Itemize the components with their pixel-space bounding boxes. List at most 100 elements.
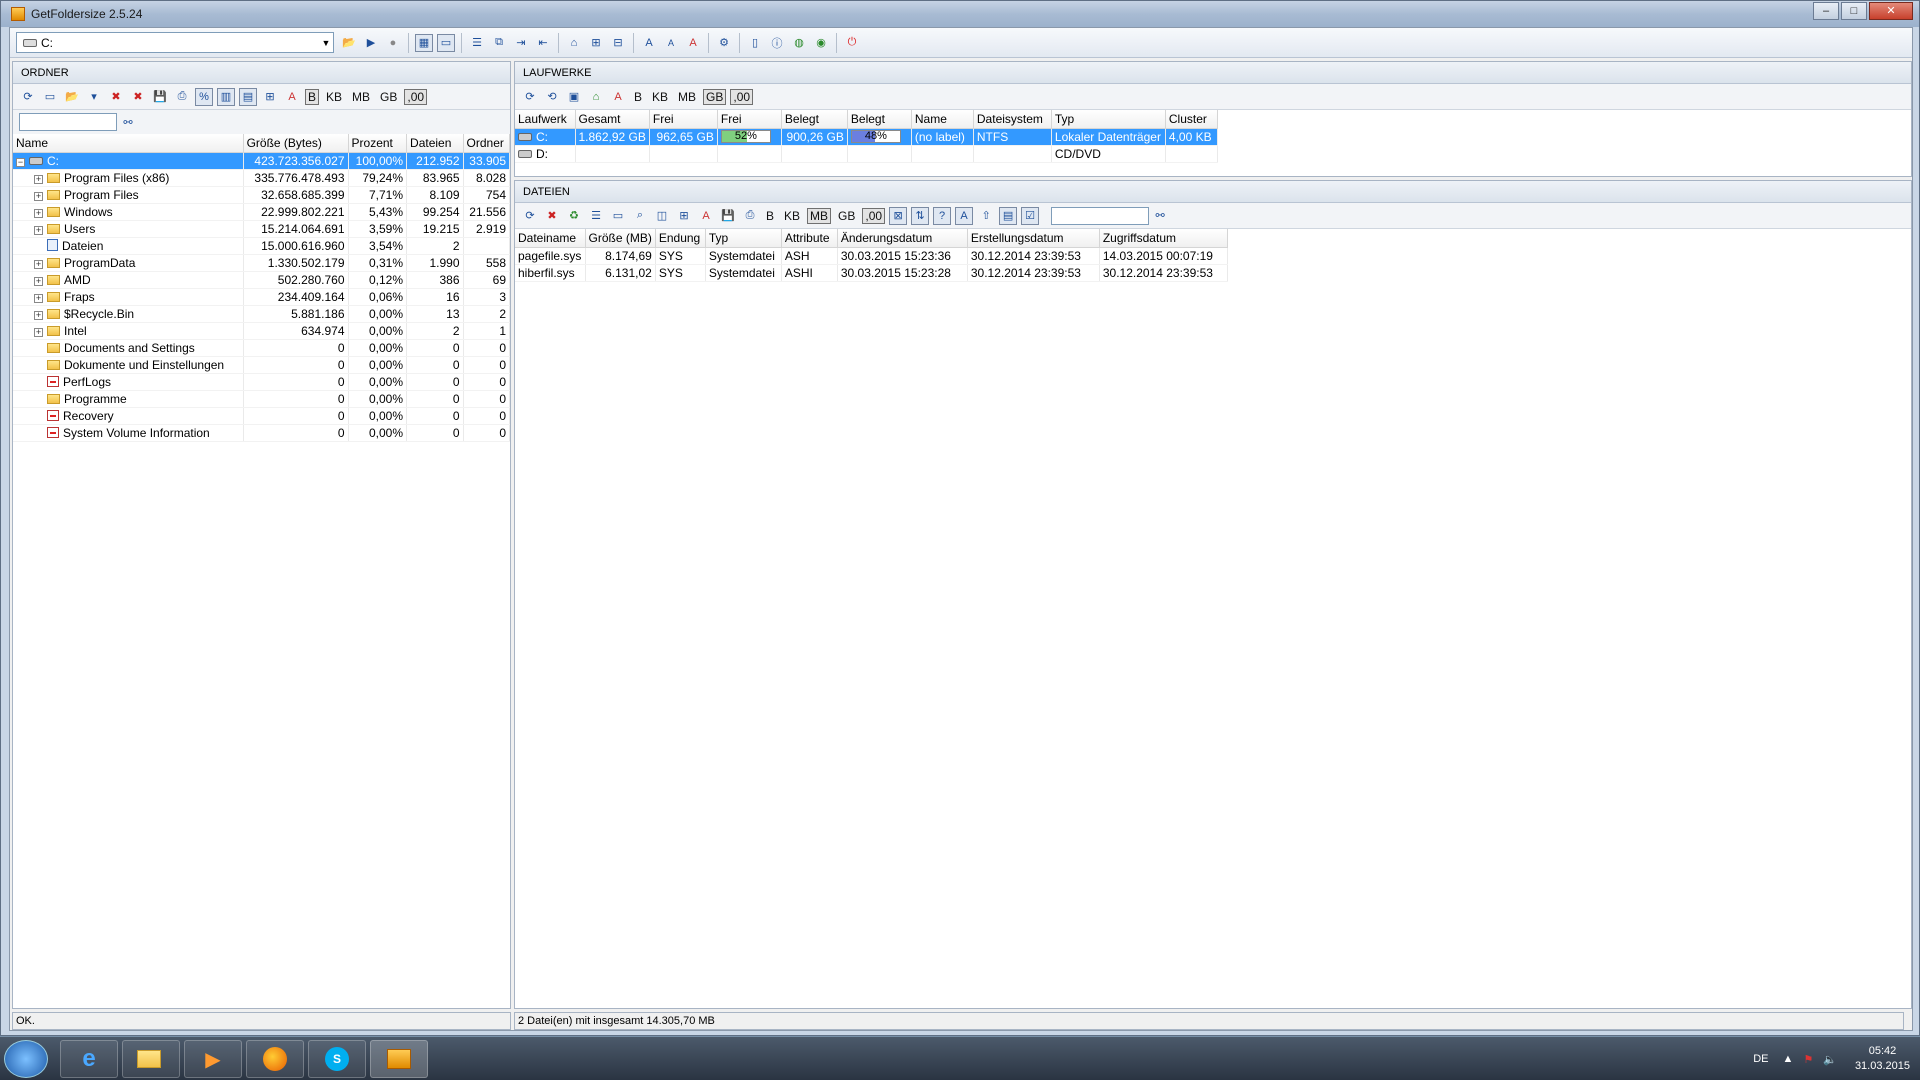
- expand-icon[interactable]: +: [34, 327, 43, 337]
- chevron-down-icon[interactable]: ▼: [319, 38, 333, 48]
- table-row[interactable]: pagefile.sys 8.174,69 SYS Systemdatei ASH 30.…: [515, 247, 1228, 265]
- table-row[interactable]: + Fraps 234.409.164 0,06% 16 3: [13, 288, 511, 306]
- font-larger-icon[interactable]: A: [640, 34, 658, 52]
- save-icon[interactable]: 💾: [719, 207, 737, 225]
- close-button[interactable]: ✕: [1869, 2, 1913, 20]
- font-color-icon[interactable]: A: [609, 88, 627, 106]
- table-row[interactable]: hiberfil.sys 6.131,02 SYS Systemdatei ASHI 30…: [515, 264, 1228, 282]
- unit-gb[interactable]: GB: [703, 88, 727, 105]
- new-window-icon[interactable]: ▭: [41, 88, 59, 106]
- table-row[interactable]: + Intel 634.974 0,00% 2 1: [13, 322, 511, 340]
- table-row[interactable]: + ProgramData 1.330.502.179 0,31% 1.990 558: [13, 254, 511, 272]
- column-header[interactable]: Cluster: [1165, 110, 1218, 129]
- columns-icon[interactable]: ▥: [217, 87, 235, 106]
- explorer-taskbar-button[interactable]: [122, 1040, 180, 1078]
- recycle-icon[interactable]: ♻: [565, 207, 583, 225]
- volume-icon[interactable]: 🔈: [1823, 1053, 1837, 1066]
- table-row[interactable]: + Windows 22.999.802.221 5,43% 99.254 21.556: [13, 203, 511, 221]
- table-row[interactable]: + Users 15.214.064.691 3,59% 19.215 2.919: [13, 220, 511, 238]
- preview-icon[interactable]: ⌕: [631, 207, 649, 225]
- column-header[interactable]: Zugriffsdatum: [1099, 229, 1228, 248]
- unit-b[interactable]: B: [763, 208, 777, 224]
- filter-icon[interactable]: ⊠: [889, 206, 908, 225]
- column-header[interactable]: Name: [911, 110, 974, 129]
- tree-icon[interactable]: ⊞: [675, 207, 693, 225]
- folder-view-icon[interactable]: ▤: [239, 87, 257, 106]
- column-header[interactable]: Frei: [649, 110, 718, 129]
- unit-gb[interactable]: GB: [835, 208, 858, 224]
- table-row[interactable]: + Program Files (x86) 335.776.478.493 79,24…: [13, 169, 511, 187]
- expand-icon[interactable]: +: [34, 259, 43, 269]
- font-smaller-icon[interactable]: A: [662, 34, 680, 52]
- info-icon[interactable]: ⓘ: [768, 34, 786, 52]
- folder-filter-icon[interactable]: ▤: [999, 206, 1018, 225]
- table-row[interactable]: Documents and Settings 0 0,00% 0 0: [13, 339, 511, 357]
- globe-icon[interactable]: ◍: [790, 34, 808, 52]
- unit-mb[interactable]: MB: [807, 207, 832, 224]
- drive-props-icon[interactable]: ▣: [565, 88, 583, 106]
- table-row[interactable]: Dateien 15.000.616.960 3,54% 2: [13, 237, 511, 255]
- expand-icon[interactable]: +: [34, 225, 43, 235]
- unit-kb[interactable]: KB: [323, 89, 345, 105]
- minimize-button[interactable]: –: [1813, 2, 1839, 20]
- getfoldersize-taskbar-button[interactable]: [370, 1040, 428, 1078]
- table-row[interactable]: D: CD/DVD: [515, 145, 1218, 163]
- column-header[interactable]: Erstellungsdatum: [967, 229, 1100, 248]
- list-icon[interactable]: ☰: [587, 207, 605, 225]
- table-row[interactable]: Dokumente und Einstellungen 0 0,00% 0 0: [13, 356, 511, 374]
- column-header[interactable]: Frei: [717, 110, 782, 129]
- unit-decimals[interactable]: ,00: [730, 88, 754, 105]
- unit-mb[interactable]: MB: [349, 89, 373, 105]
- table-row[interactable]: System Volume Information 0 0,00% 0 0: [13, 424, 511, 442]
- expand-icon[interactable]: +: [34, 310, 43, 320]
- title-bar[interactable]: GetFoldersize 2.5.24 – □ ✕: [1, 1, 1919, 27]
- unit-kb[interactable]: KB: [781, 208, 803, 224]
- print-icon[interactable]: ⎙: [173, 88, 191, 106]
- tree-icon[interactable]: ⊞: [261, 88, 279, 106]
- settings-icon[interactable]: ⚙: [715, 34, 733, 52]
- expand-icon[interactable]: ⊞: [587, 34, 605, 52]
- table-row[interactable]: Recovery 0 0,00% 0 0: [13, 407, 511, 425]
- unit-b[interactable]: B: [305, 88, 320, 105]
- font-color-icon[interactable]: A: [283, 88, 301, 106]
- column-header[interactable]: Änderungsdatum: [837, 229, 968, 248]
- percent-icon[interactable]: %: [195, 87, 213, 106]
- expand-icon[interactable]: +: [34, 208, 43, 218]
- save-icon[interactable]: 💾: [151, 88, 169, 106]
- clock[interactable]: 05:42 31.03.2015: [1855, 1044, 1910, 1074]
- expand-icon[interactable]: +: [34, 276, 43, 286]
- tray-expand-icon[interactable]: ▲: [1782, 1053, 1793, 1065]
- network-icon[interactable]: ⌂: [565, 34, 583, 52]
- folder-search-input[interactable]: [19, 113, 117, 131]
- expand-icon[interactable]: +: [34, 191, 43, 201]
- play-icon[interactable]: ▶: [362, 34, 380, 52]
- drive-select[interactable]: C: ▼: [16, 32, 334, 53]
- new-window-icon[interactable]: ▭: [609, 207, 627, 225]
- action-center-icon[interactable]: ⚑: [1803, 1053, 1813, 1066]
- table-row[interactable]: Programme 0 0,00% 0 0: [13, 390, 511, 408]
- delete-icon[interactable]: ✖: [107, 88, 125, 106]
- mediaplayer-taskbar-button[interactable]: ▶: [184, 1040, 242, 1078]
- skype-taskbar-button[interactable]: S: [308, 1040, 366, 1078]
- selection-icon[interactable]: ☑: [1021, 206, 1040, 225]
- copy-icon[interactable]: ⧉: [490, 34, 508, 52]
- unit-decimals[interactable]: ,00: [862, 207, 886, 224]
- column-header[interactable]: Dateien: [406, 134, 464, 153]
- view-tree-icon[interactable]: ▦: [415, 33, 433, 52]
- column-header[interactable]: Gesamt: [575, 110, 650, 129]
- view-list-icon[interactable]: ☰: [468, 34, 486, 52]
- table-row[interactable]: C: 1.862,92 GB 962,65 GB 52% 900,26 GB 48% (no…: [515, 128, 1218, 146]
- stop-icon[interactable]: ●: [384, 34, 402, 52]
- delete-icon[interactable]: ✖: [543, 207, 561, 225]
- open-folder-icon[interactable]: 📂: [340, 34, 358, 52]
- drive-refresh-icon[interactable]: ⟲: [543, 88, 561, 106]
- unit-gb[interactable]: GB: [377, 89, 400, 105]
- table-row[interactable]: PerfLogs 0 0,00% 0 0: [13, 373, 511, 391]
- collapse-icon[interactable]: ⊟: [609, 34, 627, 52]
- column-header[interactable]: Dateisystem: [973, 110, 1052, 129]
- firefox-taskbar-button[interactable]: [246, 1040, 304, 1078]
- unit-mb[interactable]: MB: [675, 89, 699, 105]
- view-drives-icon[interactable]: ▭: [437, 33, 455, 52]
- open-dropdown-icon[interactable]: ▾: [85, 88, 103, 106]
- language-indicator[interactable]: DE: [1753, 1053, 1768, 1065]
